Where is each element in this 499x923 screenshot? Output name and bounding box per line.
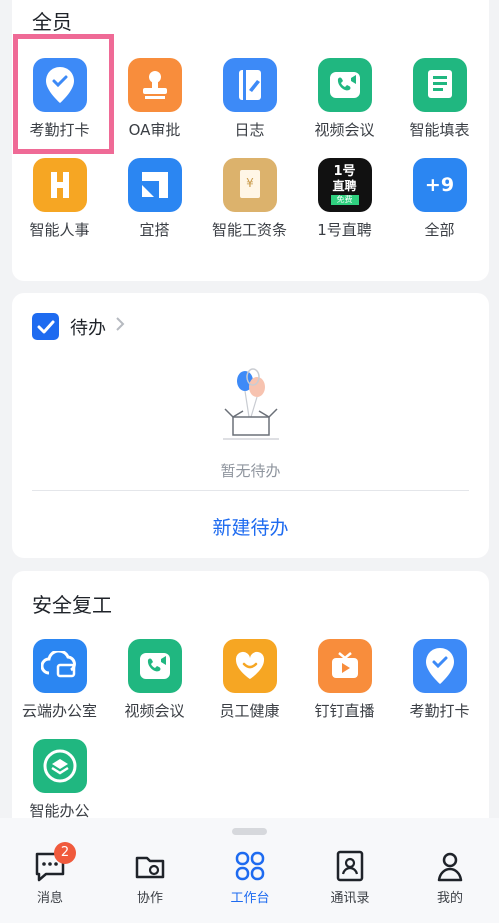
h-icon: [32, 158, 87, 212]
app-video-meeting[interactable]: 视频会议: [297, 58, 392, 140]
empty-box-balloons-illustration: [219, 367, 283, 451]
svg-text:¥: ¥: [246, 176, 254, 190]
nav-contacts[interactable]: 通讯录: [310, 848, 390, 906]
highlight-box: [13, 34, 114, 154]
video-call-icon: [127, 639, 182, 693]
divider: [32, 490, 469, 491]
app-label: 1号直聘: [317, 221, 372, 239]
nav-me[interactable]: 我的: [410, 848, 490, 906]
new-todo-button[interactable]: 新建待办: [12, 513, 489, 540]
yida-icon: [127, 158, 182, 212]
more-count-icon: +9: [412, 158, 467, 212]
cloud-office-icon: [32, 639, 87, 693]
recruit-icon-line2: 直聘: [332, 179, 357, 193]
app-label: 智能工资条: [211, 221, 287, 239]
todo-header[interactable]: 待办: [32, 313, 125, 340]
empty-todo-text: 暂无待办: [220, 462, 281, 480]
app-dingtalk-live[interactable]: 钉钉直播: [297, 639, 392, 721]
safe-return-card: 安全复工 云端办公室 视频会议 员工健康 钉钉直播 考勤打卡 智能办公: [12, 571, 489, 831]
nav-label: 通讯录: [330, 891, 370, 906]
app-label: 全部: [424, 221, 455, 239]
app-attendance-2[interactable]: 考勤打卡: [392, 639, 487, 721]
collab-folder-icon: [132, 848, 168, 884]
journal-edit-icon: [222, 58, 277, 112]
app-label: 视频会议: [124, 702, 185, 720]
app-label: 考勤打卡: [409, 702, 470, 720]
person-icon: [432, 848, 468, 884]
form-icon: [412, 58, 467, 112]
section-title-all: 全员: [32, 10, 72, 34]
stamp-icon: [127, 58, 182, 112]
drag-handle[interactable]: [232, 828, 267, 835]
todo-checkbox-icon: [32, 313, 59, 340]
app-oa-approval[interactable]: OA审批: [107, 58, 202, 140]
app-label: 智能人事: [29, 221, 90, 239]
video-call-icon: [317, 58, 372, 112]
app-label: 员工健康: [219, 702, 280, 720]
more-count-text: +9: [424, 174, 455, 196]
nav-collab[interactable]: 协作: [110, 848, 190, 906]
app-cloud-office[interactable]: 云端办公室: [12, 639, 107, 721]
payslip-icon: ¥: [222, 158, 277, 212]
layers-icon: [32, 739, 87, 793]
live-tv-icon: [317, 639, 372, 693]
app-label: 钉钉直播: [314, 702, 375, 720]
todo-card: 待办 暂无待办 新建待办: [12, 293, 489, 558]
app-recruit[interactable]: 1号 直聘 免费 1号直聘: [297, 158, 392, 240]
chat-bubble-icon: 2: [32, 842, 76, 884]
nav-messages[interactable]: 2 消息: [10, 842, 90, 906]
app-journal[interactable]: 日志: [202, 58, 297, 140]
chevron-right-icon: [115, 316, 125, 337]
app-label: 日志: [234, 121, 265, 139]
app-payslip[interactable]: ¥ 智能工资条: [202, 158, 297, 240]
section-title-safe: 安全复工: [32, 593, 112, 617]
recruit-icon-line1: 1号: [333, 164, 356, 179]
app-yida[interactable]: 宜搭: [107, 158, 202, 240]
recruit-icon: 1号 直聘 免费: [317, 158, 372, 212]
app-video-meeting-2[interactable]: 视频会议: [107, 639, 202, 721]
app-smart-hr[interactable]: 智能人事: [12, 158, 107, 240]
unread-badge: 2: [54, 842, 76, 864]
app-label: 宜搭: [139, 221, 170, 239]
app-label: OA审批: [128, 121, 181, 139]
workbench-grid-icon: [232, 848, 268, 884]
nav-workbench[interactable]: 工作台: [210, 848, 290, 906]
app-label: 智能填表: [409, 121, 470, 139]
app-smart-form[interactable]: 智能填表: [392, 58, 487, 140]
heart-smile-icon: [222, 639, 277, 693]
bottom-nav: 2 消息 协作 工作台 通讯录 我的: [0, 818, 499, 923]
todo-title: 待办: [70, 317, 106, 339]
nav-label: 协作: [136, 891, 163, 906]
app-employee-health[interactable]: 员工健康: [202, 639, 297, 721]
location-check-icon: [412, 639, 467, 693]
contacts-icon: [332, 848, 368, 884]
app-smart-office[interactable]: 智能办公: [12, 739, 107, 821]
recruit-free-tag: 免费: [330, 195, 359, 205]
app-all[interactable]: +9 全部: [392, 158, 487, 240]
nav-label: 工作台: [230, 891, 270, 906]
nav-label: 消息: [36, 891, 63, 906]
app-label: 云端办公室: [21, 702, 97, 720]
nav-label: 我的: [436, 891, 463, 906]
app-label: 视频会议: [314, 121, 375, 139]
